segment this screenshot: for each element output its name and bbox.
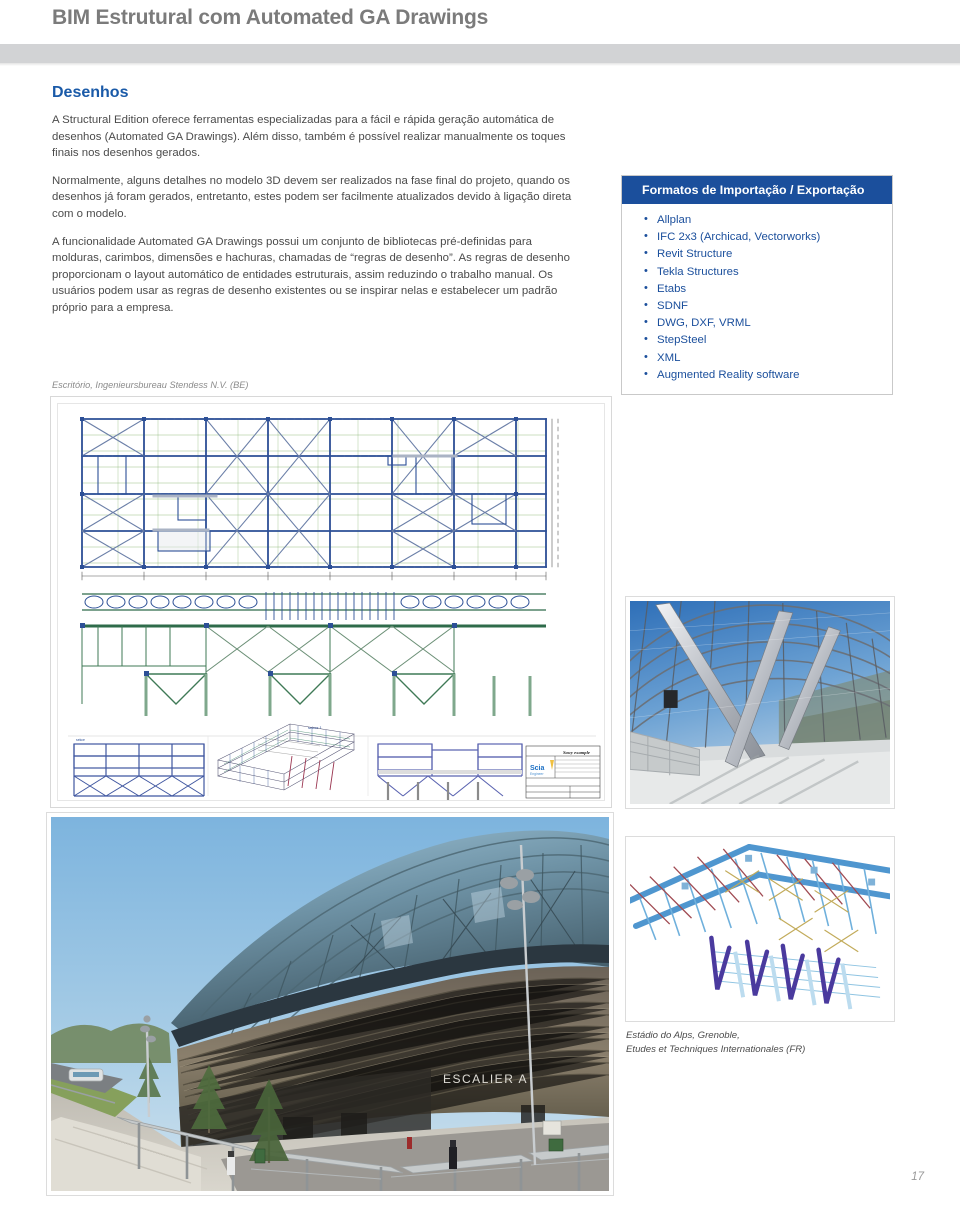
list-item: SDNF [644, 297, 892, 315]
cad-drawing-canvas: sekce 1 sekce Sawy example Scia Engineer… [57, 403, 605, 801]
escalier-sign-text: ESCALIER A [443, 1072, 528, 1086]
caption-line-1: Estádio do Alps, Grenoble, [626, 1030, 740, 1041]
list-item: Allplan [644, 211, 892, 229]
body-text-column: A Structural Edition oferece ferramentas… [52, 112, 585, 328]
roof-model-illustration [630, 841, 890, 1017]
photo-caption-block: Estádio do Alps, Grenoble, Etudes et Tec… [626, 1029, 805, 1057]
scia-logo-text: Scia [530, 765, 545, 772]
page-number: 17 [911, 1171, 924, 1183]
cad-drawing-svg: sekce 1 sekce Sawy example Scia Engineer… [58, 404, 604, 801]
page-title: BIM Estrutural com Automated GA Drawings [52, 6, 489, 29]
drawing-caption: Escritório, Ingenieursbureau Stendess N.… [52, 380, 249, 390]
list-item: Revit Structure [644, 245, 892, 263]
photo-stadium-exterior: ESCALIER A [46, 812, 614, 1196]
list-item: DWG, DXF, VRML [644, 314, 892, 332]
infobox-title: Formatos de Importação / Exportação [622, 176, 892, 204]
header-grey-band [0, 44, 960, 63]
list-item: StepSteel [644, 331, 892, 349]
scia-logo-subtext: Engineer [530, 772, 544, 776]
document-page: BIM Estrutural com Automated GA Drawings… [0, 0, 960, 1205]
paragraph-3: A funcionalidade Automated GA Drawings p… [52, 235, 570, 314]
paragraph-2: Normalmente, alguns detalhes no modelo 3… [52, 174, 572, 220]
cad-view-label-right: sekce 3 [458, 800, 470, 801]
cad-title-block: Sawy example Scia Engineer [525, 745, 601, 799]
paragraph-1: A Structural Edition oferece ferramentas… [52, 114, 566, 160]
list-item: Augmented Reality software [644, 366, 892, 384]
svg-text:sekce: sekce [76, 738, 85, 742]
section-heading: Desenhos [52, 84, 129, 101]
list-item: IFC 2x3 (Archicad, Vectorworks) [644, 228, 892, 246]
glass-roof-illustration [630, 601, 890, 804]
title-block-project: Sawy example [563, 750, 590, 755]
stadium-illustration: ESCALIER A [51, 817, 609, 1191]
cad-view-label: sekce 1 [308, 725, 323, 730]
caption-line-2: Etudes et Techniques Internationales (FR… [626, 1044, 806, 1055]
import-export-formats-box: Formatos de Importação / Exportação Allp… [621, 175, 893, 396]
cad-drawing-frame: sekce 1 sekce Sawy example Scia Engineer… [50, 396, 612, 808]
list-item: XML [644, 349, 892, 367]
list-item: Etabs [644, 280, 892, 298]
formats-list: Allplan IFC 2x3 (Archicad, Vectorworks) … [622, 204, 892, 394]
header-band-shadow [0, 63, 960, 66]
list-item: Tekla Structures [644, 263, 892, 281]
photo-glass-roof [625, 596, 895, 809]
photo-3d-roof-model [625, 836, 895, 1022]
